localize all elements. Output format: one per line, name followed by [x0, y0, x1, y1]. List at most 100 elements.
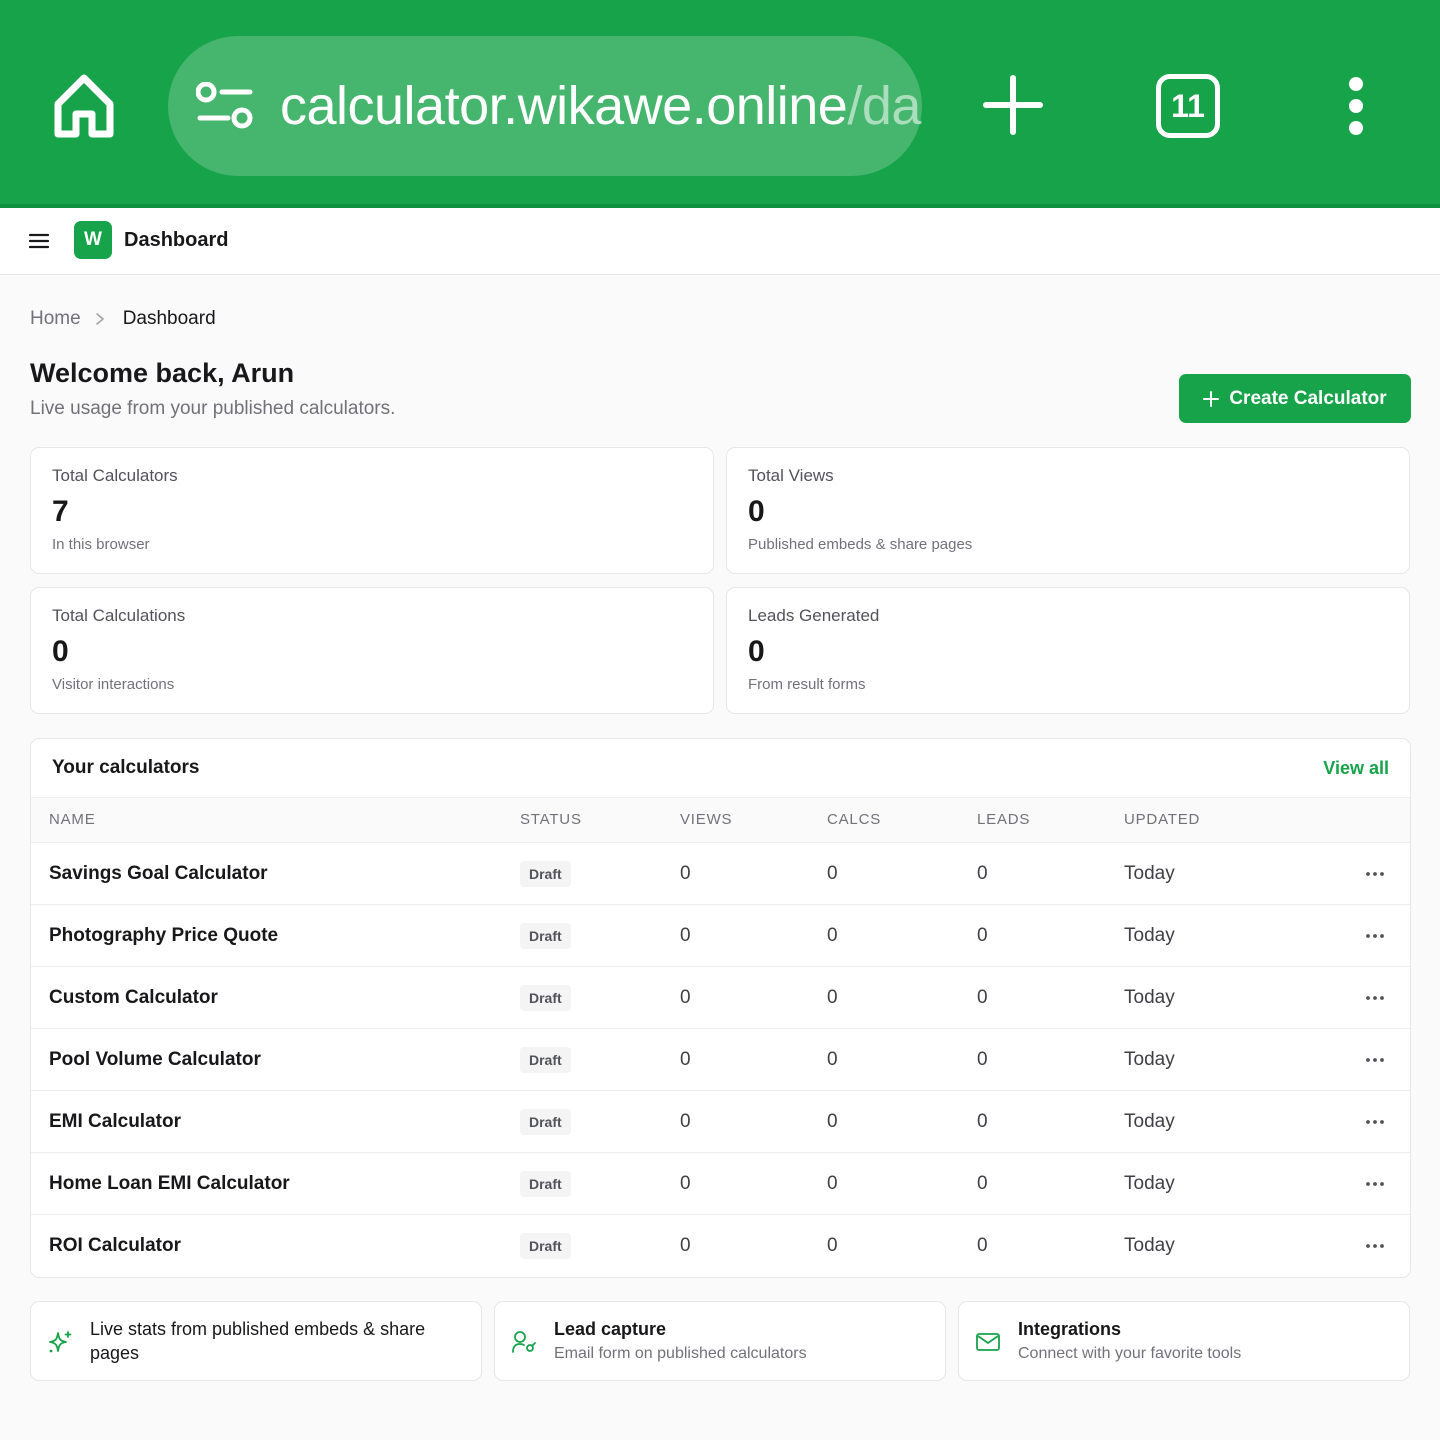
feature-card-live-stats: Live stats from published embeds & share…: [30, 1301, 482, 1381]
stat-value: 0: [748, 635, 765, 668]
table-title: Your calculators: [52, 757, 200, 778]
column-header-name[interactable]: NAME: [49, 811, 96, 828]
tab-switcher-button[interactable]: 11: [1156, 74, 1220, 138]
updated-value: Today: [1124, 987, 1175, 1008]
views-value: 0: [680, 1111, 691, 1132]
stat-label: Leads Generated: [748, 606, 880, 625]
calcs-value: 0: [827, 1049, 838, 1070]
stat-label: Total Views: [748, 466, 834, 485]
feature-description: Email form on published calculators: [554, 1345, 807, 1362]
feature-title: Integrations: [1018, 1319, 1122, 1339]
column-header-status[interactable]: STATUS: [520, 811, 582, 828]
page-subtitle: Live usage from your published calculato…: [30, 398, 396, 419]
stat-value: 0: [52, 635, 69, 668]
stat-hint: Visitor interactions: [52, 676, 175, 693]
view-all-link[interactable]: View all: [1323, 755, 1389, 781]
mail-icon: [976, 1333, 1000, 1351]
column-header-calcs[interactable]: CALCS: [827, 811, 881, 828]
feature-card-lead-capture: Lead capture Email form on published cal…: [494, 1301, 946, 1381]
more-horizontal-icon[interactable]: [1364, 865, 1386, 883]
page-title: Welcome back, Arun: [30, 358, 295, 388]
calculator-name[interactable]: ROI Calculator: [49, 1233, 181, 1259]
feature-card-integrations: Integrations Connect with your favorite …: [958, 1301, 1410, 1381]
more-horizontal-icon[interactable]: [1364, 1175, 1386, 1193]
create-calculator-button[interactable]: Create Calculator: [1179, 374, 1411, 423]
calcs-value: 0: [827, 1235, 838, 1256]
table-row[interactable]: Home Loan EMI Calculator Draft 0 0 0 Today: [31, 1153, 1410, 1215]
table-row[interactable]: Custom Calculator Draft 0 0 0 Today: [31, 967, 1410, 1029]
calculator-name[interactable]: Home Loan EMI Calculator: [49, 1171, 290, 1197]
breadcrumb-current: Dashboard: [122, 308, 216, 329]
status-badge: Draft: [520, 1233, 571, 1259]
more-horizontal-icon[interactable]: [1364, 1237, 1386, 1255]
views-value: 0: [680, 1235, 691, 1256]
table-row[interactable]: ROI Calculator Draft 0 0 0 Today: [31, 1215, 1410, 1277]
stat-label: Total Calculations: [52, 606, 186, 625]
hamburger-menu-icon[interactable]: [28, 230, 50, 252]
calculator-name[interactable]: Custom Calculator: [49, 985, 218, 1011]
calculator-name[interactable]: EMI Calculator: [49, 1109, 181, 1135]
column-header-leads[interactable]: LEADS: [977, 811, 1030, 828]
calculator-name[interactable]: Pool Volume Calculator: [49, 1047, 261, 1073]
status-badge: Draft: [520, 1171, 571, 1197]
plus-icon: [1203, 390, 1220, 407]
updated-value: Today: [1124, 1049, 1175, 1070]
stat-hint: From result forms: [748, 676, 866, 693]
updated-value: Today: [1124, 1111, 1175, 1132]
table-row[interactable]: Photography Price Quote Draft 0 0 0 Today: [31, 905, 1410, 967]
stat-card-total-views: Total Views 0 Published embeds & share p…: [726, 447, 1410, 574]
app-title: Dashboard: [124, 229, 229, 251]
views-value: 0: [680, 925, 691, 946]
stat-value: 7: [52, 495, 69, 528]
stat-hint: In this browser: [52, 536, 150, 553]
more-horizontal-icon[interactable]: [1364, 1113, 1386, 1131]
stat-label: Total Calculators: [52, 466, 178, 485]
more-horizontal-icon[interactable]: [1364, 927, 1386, 945]
table-row[interactable]: Savings Goal Calculator Draft 0 0 0 Today: [31, 843, 1410, 905]
feature-description: Connect with your favorite tools: [1018, 1345, 1242, 1362]
more-horizontal-icon[interactable]: [1364, 1051, 1386, 1069]
more-horizontal-icon[interactable]: [1364, 989, 1386, 1007]
updated-value: Today: [1124, 863, 1175, 884]
breadcrumb: Home Dashboard: [30, 305, 216, 333]
calculator-name[interactable]: Savings Goal Calculator: [49, 861, 268, 887]
column-header-views[interactable]: VIEWS: [680, 811, 732, 828]
leads-value: 0: [977, 1235, 988, 1256]
feature-title: Live stats from published embeds & share…: [90, 1319, 426, 1363]
calculator-name[interactable]: Photography Price Quote: [49, 923, 278, 949]
calculators-table-card: Your calculators View all NAME STATUS VI…: [30, 738, 1411, 1278]
column-header-updated[interactable]: UPDATED: [1124, 811, 1200, 828]
chevron-right-icon: [95, 313, 104, 325]
table-row[interactable]: EMI Calculator Draft 0 0 0 Today: [31, 1091, 1410, 1153]
calcs-value: 0: [827, 1173, 838, 1194]
views-value: 0: [680, 863, 691, 884]
status-badge: Draft: [520, 861, 571, 887]
leads-value: 0: [977, 1049, 988, 1070]
url-text[interactable]: calculator.wikawe.online/da: [280, 72, 921, 140]
app-header: W Dashboard: [0, 208, 1440, 275]
new-tab-icon[interactable]: [982, 74, 1044, 136]
status-badge: Draft: [520, 923, 571, 949]
browser-toolbar: calculator.wikawe.online/da 11: [0, 0, 1440, 206]
app-logo[interactable]: W: [74, 221, 112, 259]
table-row[interactable]: Pool Volume Calculator Draft 0 0 0 Today: [31, 1029, 1410, 1091]
user-key-icon: [512, 1331, 536, 1353]
status-badge: Draft: [520, 1109, 571, 1135]
table-header: NAME STATUS VIEWS CALCS LEADS UPDATED: [31, 797, 1410, 843]
leads-value: 0: [977, 925, 988, 946]
address-bar[interactable]: calculator.wikawe.online/da: [168, 36, 922, 176]
updated-value: Today: [1124, 1173, 1175, 1194]
stat-card-total-calculations: Total Calculations 0 Visitor interaction…: [30, 587, 714, 714]
breadcrumb-home-link[interactable]: Home: [30, 308, 81, 330]
stat-hint: Published embeds & share pages: [748, 536, 973, 553]
views-value: 0: [680, 1049, 691, 1070]
more-vertical-icon[interactable]: [1340, 76, 1372, 136]
stat-value: 0: [748, 495, 765, 528]
views-value: 0: [680, 1173, 691, 1194]
stat-card-leads-generated: Leads Generated 0 From result forms: [726, 587, 1410, 714]
status-badge: Draft: [520, 985, 571, 1011]
calcs-value: 0: [827, 1111, 838, 1132]
home-icon[interactable]: [50, 70, 118, 142]
site-settings-icon[interactable]: [196, 82, 254, 130]
updated-value: Today: [1124, 925, 1175, 946]
